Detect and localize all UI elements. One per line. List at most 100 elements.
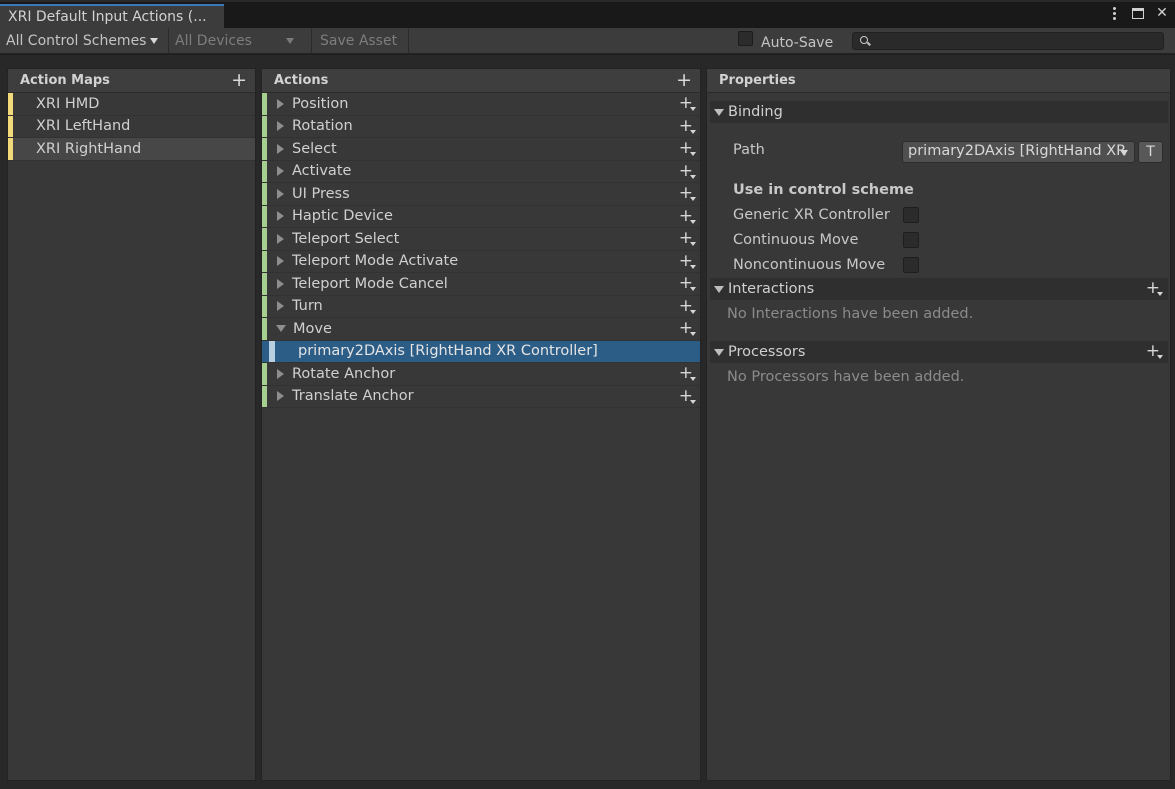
actions-panel: Actions + Position + Rotation + Select +… (261, 68, 701, 781)
action-label: Teleport Mode Cancel (292, 275, 448, 292)
action-label: Translate Anchor (292, 388, 414, 405)
expand-icon[interactable] (277, 121, 284, 132)
properties-header: Properties (707, 69, 1170, 93)
scheme-checkbox[interactable] (903, 257, 919, 273)
expand-icon[interactable] (277, 368, 284, 379)
action-item[interactable]: Position + (262, 93, 700, 116)
expand-icon[interactable] (277, 98, 284, 109)
action-item[interactable]: UI Press + (262, 183, 700, 206)
action-item[interactable]: Teleport Mode Activate + (262, 250, 700, 273)
action-label: Turn (292, 298, 323, 315)
action-maps-header: Action Maps + (8, 69, 255, 93)
add-binding-icon[interactable]: + (679, 230, 697, 247)
add-binding-icon[interactable]: + (679, 275, 697, 292)
text-mode-button[interactable]: T (1138, 141, 1163, 163)
auto-save-checkbox[interactable] (738, 30, 753, 46)
add-binding-icon[interactable]: + (679, 320, 697, 337)
chevron-down-icon (1120, 150, 1128, 156)
expand-icon[interactable] (277, 188, 284, 199)
action-maps-title: Action Maps (20, 73, 110, 88)
action-map-item-selected[interactable]: XRI RightHand (8, 138, 255, 161)
window-tab[interactable]: XRI Default Input Actions (... (0, 4, 224, 28)
main-area: Action Maps + XRI HMD XRI LeftHand XRI R… (0, 55, 1175, 789)
maximize-button[interactable] (1131, 6, 1145, 20)
add-binding-icon[interactable]: + (679, 140, 697, 157)
expand-icon[interactable] (277, 211, 284, 222)
auto-save-label: Auto-Save (761, 35, 834, 51)
add-binding-icon[interactable]: + (679, 117, 697, 135)
action-item-expanded[interactable]: Move + (262, 318, 700, 341)
binding-item-selected[interactable]: primary2DAxis [RightHand XR Controller] (262, 340, 700, 363)
map-accent (8, 93, 13, 115)
title-bar: XRI Default Input Actions (... ✕ (0, 0, 1175, 28)
more-options-icon[interactable] (1107, 6, 1121, 20)
add-processor-icon[interactable]: + (1146, 343, 1164, 360)
action-map-item[interactable]: XRI HMD (8, 93, 255, 116)
properties-panel: Properties Binding Path primary2DAxis [R… (706, 68, 1171, 781)
scheme-checkbox[interactable] (903, 232, 919, 248)
path-dropdown[interactable]: primary2DAxis [RightHand XR (902, 141, 1135, 163)
add-action-button[interactable]: + (676, 71, 692, 90)
collapse-icon[interactable] (714, 108, 724, 116)
path-value: primary2DAxis [RightHand XR (908, 143, 1127, 159)
expand-icon[interactable] (277, 301, 284, 312)
search-input[interactable] (852, 32, 1164, 50)
add-binding-icon[interactable]: + (679, 207, 697, 225)
action-item[interactable]: Activate + (262, 160, 700, 183)
add-binding-icon[interactable]: + (679, 387, 697, 405)
collapse-icon[interactable] (714, 285, 724, 293)
action-label: Rotation (292, 118, 353, 135)
action-accent (262, 363, 267, 385)
expand-icon[interactable] (277, 391, 284, 402)
control-schemes-dropdown[interactable]: All Control Schemes (6, 28, 159, 54)
action-item[interactable]: Teleport Mode Cancel + (262, 273, 700, 296)
binding-label: primary2DAxis [RightHand XR Controller] (298, 343, 598, 360)
chevron-down-icon (285, 38, 294, 44)
add-binding-icon[interactable]: + (679, 185, 697, 202)
scheme-checkbox[interactable] (903, 207, 919, 223)
action-map-label: XRI HMD (36, 95, 100, 112)
devices-dropdown[interactable]: All Devices (175, 28, 294, 54)
add-binding-icon[interactable]: + (679, 162, 697, 180)
expand-icon[interactable] (277, 233, 284, 244)
add-binding-icon[interactable]: + (679, 252, 697, 270)
add-binding-icon[interactable]: + (679, 365, 697, 382)
auto-save-toggle[interactable]: Auto-Save (738, 28, 833, 54)
processors-section-title: Processors (728, 344, 806, 360)
action-accent (262, 160, 267, 182)
action-label: Move (293, 320, 332, 337)
expand-icon[interactable] (277, 143, 284, 154)
add-interaction-icon[interactable]: + (1146, 280, 1164, 297)
expand-icon[interactable] (277, 166, 284, 177)
binding-section-header[interactable]: Binding (710, 101, 1168, 123)
processors-section-header[interactable]: Processors + (710, 341, 1168, 363)
action-item[interactable]: Translate Anchor + (262, 385, 700, 408)
action-item[interactable]: Rotate Anchor + (262, 363, 700, 386)
action-item[interactable]: Rotation + (262, 115, 700, 138)
action-map-item[interactable]: XRI LeftHand (8, 115, 255, 138)
scheme-label: Continuous Move (733, 232, 859, 248)
action-item[interactable]: Haptic Device + (262, 205, 700, 228)
close-icon[interactable]: ✕ (1155, 5, 1169, 21)
action-item[interactable]: Select + (262, 138, 700, 161)
interactions-section-header[interactable]: Interactions + (710, 278, 1168, 300)
actions-title: Actions (274, 73, 329, 88)
action-accent (262, 228, 267, 250)
add-binding-icon[interactable]: + (679, 297, 697, 315)
action-item[interactable]: Teleport Select + (262, 228, 700, 251)
add-binding-icon[interactable]: + (679, 95, 697, 112)
properties-title: Properties (719, 73, 796, 88)
expand-icon[interactable] (277, 256, 284, 267)
binding-section-title: Binding (728, 104, 783, 120)
interactions-empty-text: No Interactions have been added. (727, 306, 974, 322)
action-accent (262, 138, 267, 160)
interactions-section: Interactions + No Interactions have been… (707, 278, 1170, 322)
map-accent (8, 115, 13, 137)
save-asset-button[interactable]: Save Asset (320, 28, 397, 54)
add-action-map-button[interactable]: + (231, 71, 247, 90)
collapse-icon[interactable] (276, 325, 286, 333)
toolbar-divider (311, 28, 312, 54)
action-item[interactable]: Turn + (262, 295, 700, 318)
collapse-icon[interactable] (714, 348, 724, 356)
expand-icon[interactable] (277, 278, 284, 289)
